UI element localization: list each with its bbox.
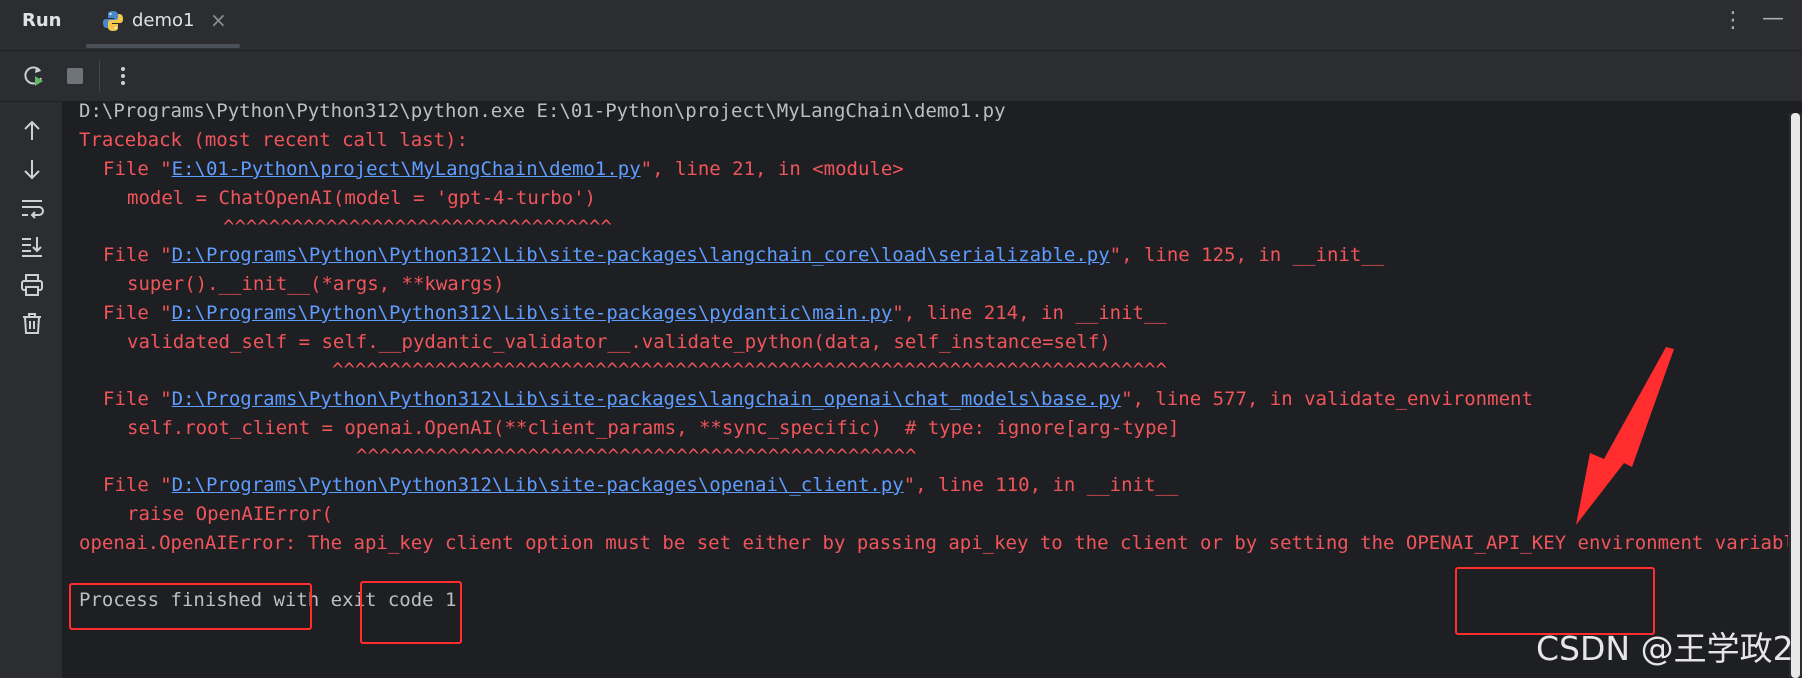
file-link[interactable]: E:\01-Python\project\MyLangChain\demo1.p… bbox=[172, 158, 641, 180]
highlight-box-error-type bbox=[69, 583, 312, 630]
trash-icon[interactable] bbox=[19, 310, 45, 336]
command-line: D:\Programs\Python\Python312\python.exe … bbox=[79, 102, 1006, 122]
more-actions-icon[interactable] bbox=[110, 63, 136, 89]
run-toolbar bbox=[0, 51, 1802, 102]
rerun-icon[interactable] bbox=[21, 63, 47, 89]
code-line: raise OpenAIError( bbox=[127, 503, 333, 525]
print-icon[interactable] bbox=[19, 272, 45, 298]
run-title: Run bbox=[22, 10, 62, 31]
console-side-toolbar bbox=[0, 102, 63, 678]
minimize-icon[interactable]: — bbox=[1762, 6, 1784, 31]
highlight-box-api-key bbox=[360, 581, 462, 644]
file-link[interactable]: D:\Programs\Python\Python312\Lib\site-pa… bbox=[172, 302, 893, 324]
code-line: validated_self = self.__pydantic_validat… bbox=[127, 331, 1111, 353]
arrow-up-icon[interactable] bbox=[19, 118, 45, 144]
file-link[interactable]: D:\Programs\Python\Python312\Lib\site-pa… bbox=[172, 388, 1121, 410]
close-icon[interactable]: × bbox=[210, 8, 227, 32]
tab-label: demo1 bbox=[132, 10, 195, 31]
tab-selected-indicator bbox=[86, 44, 240, 48]
traceback-header: Traceback (most recent call last): bbox=[79, 129, 468, 151]
file-link[interactable]: D:\Programs\Python\Python312\Lib\site-pa… bbox=[172, 474, 904, 496]
caret-line: ^^^^^^^^^^^^^^^^^^^^^^^^^^^^^^^^^^^^^^^^… bbox=[332, 359, 1168, 381]
file-link[interactable]: D:\Programs\Python\Python312\Lib\site-pa… bbox=[172, 244, 1110, 266]
caret-line: ^^^^^^^^^^^^^^^^^^^^^^^^^^^^^^^^^^^^^^^^… bbox=[356, 445, 917, 467]
scrollbar-thumb[interactable] bbox=[1791, 113, 1800, 678]
traceback-file-line: File "D:\Programs\Python\Python312\Lib\s… bbox=[103, 302, 1167, 324]
tab-demo1[interactable]: demo1 × bbox=[86, 0, 240, 50]
code-line: self.root_client = openai.OpenAI(**clien… bbox=[127, 417, 1180, 439]
python-icon bbox=[103, 11, 123, 31]
annotation-arrow-icon bbox=[1576, 347, 1674, 525]
stop-icon[interactable] bbox=[62, 63, 88, 89]
traceback-file-line: File "D:\Programs\Python\Python312\Lib\s… bbox=[103, 244, 1385, 266]
vertical-scrollbar[interactable] bbox=[1789, 113, 1802, 678]
run-tool-window-header: Run demo1 × ⋮ — bbox=[0, 0, 1802, 51]
code-line: super().__init__(*args, **kwargs) bbox=[127, 273, 505, 295]
scroll-to-end-icon[interactable] bbox=[19, 233, 45, 259]
traceback-file-line: File "E:\01-Python\project\MyLangChain\d… bbox=[103, 158, 904, 180]
watermark: CSDN @王学政2 bbox=[1536, 629, 1794, 668]
error-message: openai.OpenAIError: The api_key client o… bbox=[79, 532, 1788, 554]
caret-line: ^^^^^^^^^^^^^^^^^^^^^^^^^^^^^^^^^^ bbox=[223, 216, 612, 238]
more-options-icon[interactable]: ⋮ bbox=[1722, 8, 1744, 33]
soft-wrap-icon[interactable] bbox=[19, 195, 45, 221]
traceback-file-line: File "D:\Programs\Python\Python312\Lib\s… bbox=[103, 388, 1533, 410]
traceback-file-line: File "D:\Programs\Python\Python312\Lib\s… bbox=[103, 474, 1179, 496]
code-line: model = ChatOpenAI(model = 'gpt-4-turbo'… bbox=[127, 187, 596, 209]
arrow-down-icon[interactable] bbox=[19, 156, 45, 182]
toolbar-separator bbox=[99, 61, 100, 91]
